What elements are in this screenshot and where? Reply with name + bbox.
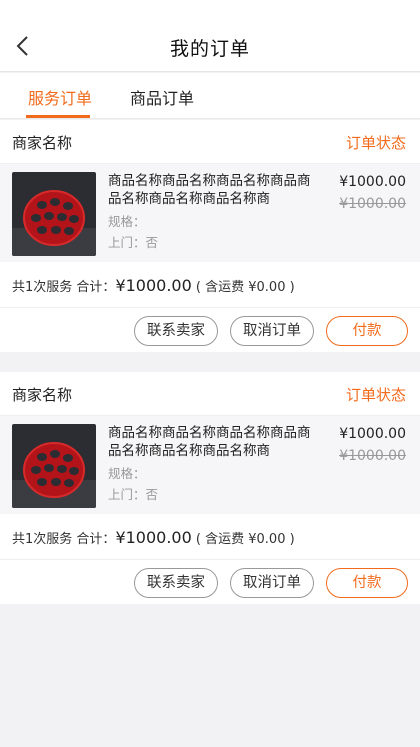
total-label: 合计： [76,532,116,547]
nav-bar: 我的订单 [0,0,420,72]
total-amount: ¥1000.00 [115,276,192,295]
total-amount: ¥1000.00 [115,528,192,547]
active-tab-indicator [26,115,90,118]
product-original-price: ¥1000.00 [339,196,406,212]
contact-seller-button[interactable]: 联系卖家 [134,568,218,598]
merchant-row: 商家名称 订单状态 [0,120,420,164]
tab-service-orders[interactable]: 服务订单 [28,85,92,109]
total-label: 合计： [76,280,116,295]
pay-button[interactable]: 付款 [326,316,408,346]
tab-bar: 服务订单 商品订单 [0,73,420,119]
order-card: 商家名称 订单状态 商品名称商品名称商品名称商品商品名称商品名称商品名称商 规格… [0,120,420,352]
tab-product-orders[interactable]: 商品订单 [130,85,194,109]
page-title: 我的订单 [169,38,250,60]
order-summary: 共1次服务 合计：¥1000.00 ( 含运费 ¥0.00 ) [0,262,420,308]
order-status: 订单状态 [345,134,406,152]
product-name: 商品名称商品名称商品名称商品商品名称商品名称商品名称商 [108,173,311,207]
product-spec: 规格： [108,214,146,229]
product-spec: 规格： [108,466,146,481]
product-price: ¥1000.00 [339,174,406,190]
pay-button[interactable]: 付款 [326,568,408,598]
product-original-price: ¥1000.00 [339,448,406,464]
order-summary: 共1次服务 合计：¥1000.00 ( 含运费 ¥0.00 ) [0,514,420,560]
service-count: 共1次服务 [12,280,73,295]
contact-seller-button[interactable]: 联系卖家 [134,316,218,346]
order-status: 订单状态 [345,386,406,404]
merchant-name[interactable]: 商家名称 [12,132,72,153]
product-name: 商品名称商品名称商品名称商品商品名称商品名称商品名称商 [108,425,311,459]
product-visit: 上门：否 [108,235,159,250]
product-image [12,172,96,256]
shipping-info: ( 含运费 ¥0.00 ) [195,280,295,295]
merchant-row: 商家名称 订单状态 [0,372,420,416]
cancel-order-button[interactable]: 取消订单 [230,316,314,346]
cancel-order-button[interactable]: 取消订单 [230,568,314,598]
order-summary-text: 共1次服务 合计：¥1000.00 ( 含运费 ¥0.00 ) [12,528,295,547]
order-actions: 联系卖家 取消订单 付款 [0,560,420,604]
service-count: 共1次服务 [12,532,73,547]
order-actions: 联系卖家 取消订单 付款 [0,308,420,352]
merchant-name[interactable]: 商家名称 [12,384,72,405]
product-visit: 上门：否 [108,487,159,502]
product-row[interactable]: 商品名称商品名称商品名称商品商品名称商品名称商品名称商 规格： 上门：否 ¥10… [0,164,420,262]
order-card: 商家名称 订单状态 商品名称商品名称商品名称商品商品名称商品名称商品名称商 规格… [0,372,420,604]
order-summary-text: 共1次服务 合计：¥1000.00 ( 含运费 ¥0.00 ) [12,276,295,295]
product-image [12,424,96,508]
product-row[interactable]: 商品名称商品名称商品名称商品商品名称商品名称商品名称商 规格： 上门：否 ¥10… [0,416,420,514]
shipping-info: ( 含运费 ¥0.00 ) [195,532,295,547]
product-price: ¥1000.00 [339,426,406,442]
